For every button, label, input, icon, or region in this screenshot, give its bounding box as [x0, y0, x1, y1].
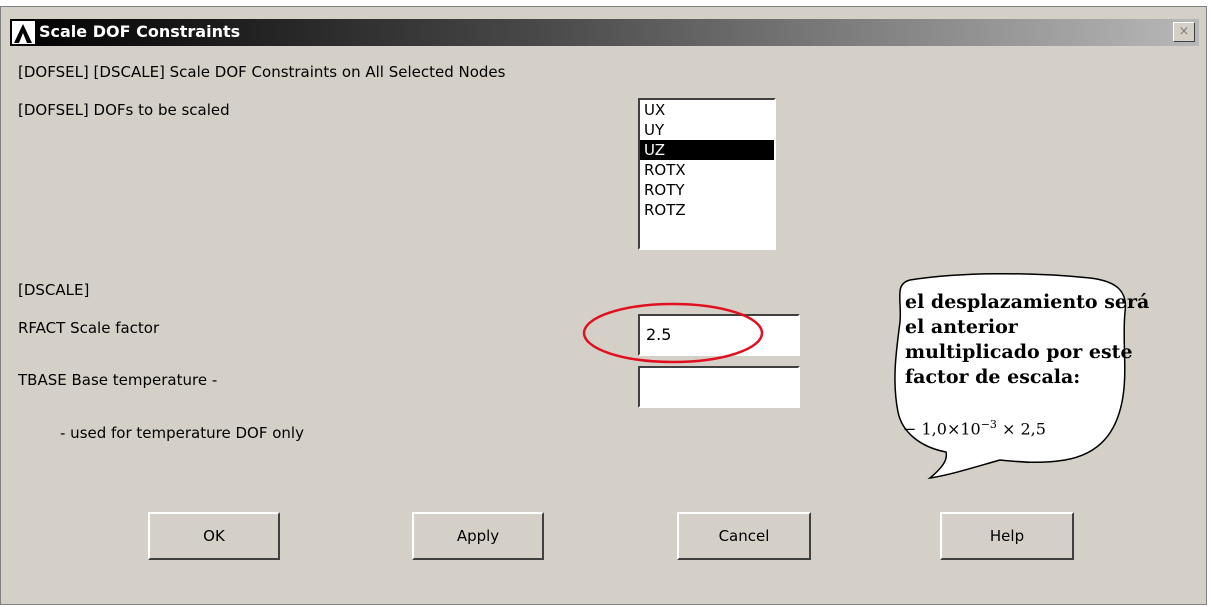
formula-exponent: −3: [980, 418, 997, 431]
annotation-formula: − 1,0×10−3 × 2,5: [903, 418, 1046, 438]
annotation-line-4: factor de escala:: [905, 366, 1081, 388]
ansys-logo-icon: [12, 21, 35, 44]
list-item-roty[interactable]: ROTY: [640, 180, 774, 200]
list-item-rotz[interactable]: ROTZ: [640, 200, 774, 220]
annotation-line-2: el anterior: [905, 316, 1018, 338]
apply-button[interactable]: Apply: [412, 512, 544, 560]
command-description: [DOFSEL] [DSCALE] Scale DOF Constraints …: [18, 63, 506, 81]
annotation-line-1: el desplazamiento será: [905, 291, 1150, 313]
tbase-note: - used for temperature DOF only: [60, 424, 304, 442]
formula-base: − 1,0×10: [903, 419, 981, 439]
list-item-ux[interactable]: UX: [640, 100, 774, 120]
annotation-line-3: multiplicado por este: [905, 341, 1133, 363]
formula-multiplier: × 2,5: [996, 419, 1046, 439]
rfact-label: RFACT Scale factor: [18, 319, 160, 337]
list-item-rotx[interactable]: ROTX: [640, 160, 774, 180]
title-bar[interactable]: Scale DOF Constraints ×: [10, 19, 1199, 46]
highlight-ellipse: [582, 302, 764, 364]
cancel-button[interactable]: Cancel: [677, 512, 811, 560]
help-button[interactable]: Help: [940, 512, 1074, 560]
dscale-section-label: [DSCALE]: [18, 281, 90, 299]
dofsel-label: [DOFSEL] DOFs to be scaled: [18, 101, 230, 119]
tbase-input[interactable]: [638, 366, 800, 408]
close-icon: ×: [1178, 24, 1190, 39]
dof-listbox[interactable]: UX UY UZ ROTX ROTY ROTZ: [638, 98, 776, 250]
list-item-uz-selected[interactable]: UZ: [640, 140, 774, 160]
close-button[interactable]: ×: [1173, 22, 1195, 42]
ok-button[interactable]: OK: [148, 512, 280, 560]
tbase-label: TBASE Base temperature -: [18, 371, 218, 389]
list-item-uy[interactable]: UY: [640, 120, 774, 140]
dialog-title: Scale DOF Constraints: [39, 22, 241, 41]
